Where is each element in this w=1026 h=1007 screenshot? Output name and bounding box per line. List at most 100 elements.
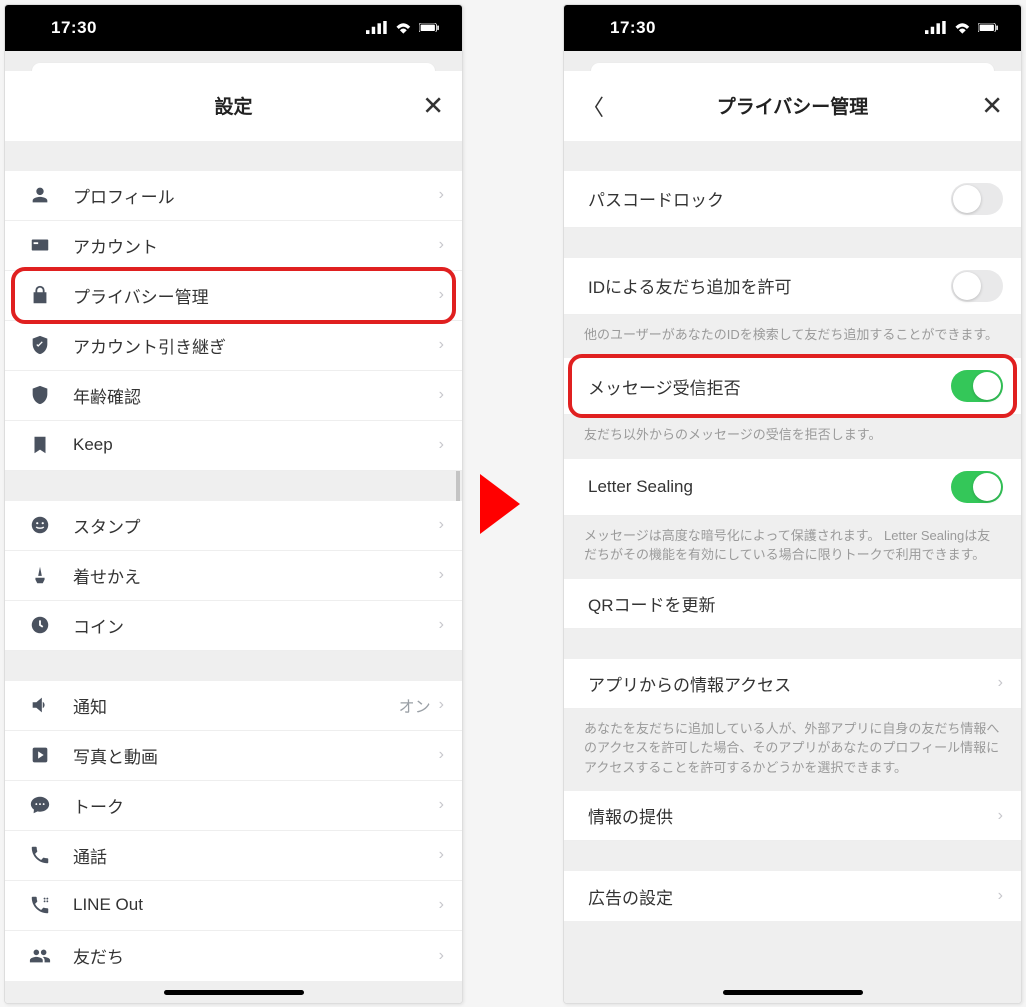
chevron-right-icon: › (439, 436, 444, 454)
row-label: 着せかえ (73, 563, 439, 588)
chevron-right-icon: › (439, 796, 444, 814)
speaker-icon (29, 694, 51, 716)
chevron-right-icon: › (439, 386, 444, 404)
row-label: 年齢確認 (73, 383, 439, 408)
id-card-icon (29, 234, 51, 256)
play-square-icon (29, 744, 51, 766)
home-indicator[interactable] (723, 990, 863, 995)
navbar: 設定 ✕ (5, 71, 462, 141)
settings-row-写真と動画[interactable]: 写真と動画› (5, 731, 462, 781)
row-label: プライバシー管理 (73, 283, 439, 308)
row-label: アカウント引き継ぎ (73, 333, 439, 358)
settings-row-通知[interactable]: 通知オン› (5, 681, 462, 731)
people-icon (29, 945, 51, 967)
row-label: 写真と動画 (73, 743, 439, 768)
toggle-switch[interactable] (951, 471, 1003, 503)
settings-row-着せかえ[interactable]: 着せかえ› (5, 551, 462, 601)
shield-icon (29, 384, 51, 406)
phone-icon (29, 844, 51, 866)
chevron-right-icon: › (998, 674, 1003, 692)
settings-row-通話[interactable]: 通話› (5, 831, 462, 881)
privacy-row-広告の設定[interactable]: 広告の設定› (564, 871, 1021, 921)
settings-row-スタンプ[interactable]: スタンプ› (5, 501, 462, 551)
settings-row-LINE Out[interactable]: LINE Out› (5, 881, 462, 931)
brush-icon (29, 564, 51, 586)
description-text: 友だち以外からのメッセージの受信を拒否します。 (564, 415, 1021, 459)
privacy-screen: 17:30 〈 プライバシー管理 ✕ パスコードロックIDによる友だち追加を許可… (563, 4, 1022, 1004)
row-label: アプリからの情報アクセス (588, 671, 998, 696)
row-label: Letter Sealing (588, 477, 951, 497)
chevron-right-icon: › (439, 566, 444, 584)
wifi-icon (952, 21, 973, 35)
settings-list[interactable]: プロフィール›アカウント›プライバシー管理›アカウント引き継ぎ›年齢確認›Kee… (5, 141, 462, 1003)
row-label: スタンプ (73, 513, 439, 538)
privacy-row-Letter Sealing[interactable]: Letter Sealing (564, 459, 1021, 516)
privacy-row-情報の提供[interactable]: 情報の提供› (564, 791, 1021, 841)
toggle-switch[interactable] (951, 270, 1003, 302)
settings-row-友だち[interactable]: 友だち› (5, 931, 462, 981)
row-label: LINE Out (73, 895, 439, 915)
description-text: 他のユーザーがあなたのIDを検索して友だち追加することができます。 (564, 315, 1021, 359)
back-button[interactable]: 〈 (582, 90, 604, 122)
clock-icon (29, 614, 51, 636)
chevron-right-icon: › (439, 696, 444, 714)
chevron-right-icon: › (439, 947, 444, 965)
privacy-row-QRコードを更新[interactable]: QRコードを更新 (564, 579, 1021, 629)
row-label: 友だち (73, 943, 439, 968)
sheet-handle-area (564, 51, 1021, 71)
settings-row-コイン[interactable]: コイン› (5, 601, 462, 651)
row-label: 情報の提供 (588, 803, 998, 828)
toggle-switch[interactable] (951, 370, 1003, 402)
lock-icon (29, 284, 51, 306)
close-button[interactable]: ✕ (422, 90, 444, 121)
chevron-right-icon: › (439, 846, 444, 864)
privacy-list[interactable]: パスコードロック IDによる友だち追加を許可他のユーザーがあなたのIDを検索して友… (564, 141, 1021, 1003)
home-indicator[interactable] (164, 990, 304, 995)
chevron-right-icon: › (998, 807, 1003, 825)
statusbar-icons (366, 21, 440, 35)
shield-check-icon (29, 334, 51, 356)
person-icon (29, 184, 51, 206)
row-label: 通知 (73, 693, 399, 718)
row-label: QRコードを更新 (588, 591, 1003, 616)
privacy-row-パスコードロック[interactable]: パスコードロック (564, 171, 1021, 228)
row-label: プロフィール (73, 183, 439, 208)
description-text: メッセージは高度な暗号化によって保護されます。 Letter Sealingは友… (564, 516, 1021, 579)
settings-row-プロフィール[interactable]: プロフィール› (5, 171, 462, 221)
chevron-right-icon: › (439, 186, 444, 204)
signal-icon (925, 21, 946, 35)
chevron-right-icon: › (439, 746, 444, 764)
chevron-right-icon: › (439, 336, 444, 354)
chevron-right-icon: › (439, 896, 444, 914)
settings-row-トーク[interactable]: トーク› (5, 781, 462, 831)
page-title: 設定 (214, 92, 252, 119)
row-label: 通話 (73, 843, 439, 868)
privacy-row-IDによる友だち追加を許可[interactable]: IDによる友だち追加を許可 (564, 258, 1021, 315)
row-label: コイン (73, 613, 439, 638)
privacy-row-メッセージ受信拒否[interactable]: メッセージ受信拒否 (564, 358, 1021, 415)
smile-icon (29, 514, 51, 536)
chevron-right-icon: › (998, 887, 1003, 905)
wifi-icon (393, 21, 414, 35)
settings-row-プライバシー管理[interactable]: プライバシー管理› (5, 271, 462, 321)
close-button[interactable]: ✕ (981, 90, 1003, 121)
signal-icon (366, 21, 387, 35)
row-label: メッセージ受信拒否 (588, 374, 951, 399)
page-title: プライバシー管理 (717, 92, 869, 119)
battery-icon (419, 23, 440, 33)
settings-row-アカウント[interactable]: アカウント› (5, 221, 462, 271)
settings-row-アカウント引き継ぎ[interactable]: アカウント引き継ぎ› (5, 321, 462, 371)
row-label: トーク (73, 793, 439, 818)
row-label: IDによる友だち追加を許可 (588, 273, 951, 298)
statusbar: 17:30 (5, 5, 462, 51)
privacy-row-アプリからの情報アクセス[interactable]: アプリからの情報アクセス› (564, 659, 1021, 709)
toggle-switch[interactable] (951, 183, 1003, 215)
chevron-right-icon: › (439, 616, 444, 634)
settings-row-年齢確認[interactable]: 年齢確認› (5, 371, 462, 421)
settings-row-Keep[interactable]: Keep› (5, 421, 462, 471)
chat-icon (29, 794, 51, 816)
row-label: パスコードロック (588, 186, 951, 211)
bookmark-icon (29, 434, 51, 456)
statusbar-time: 17:30 (51, 18, 97, 38)
sheet-handle-area (5, 51, 462, 71)
